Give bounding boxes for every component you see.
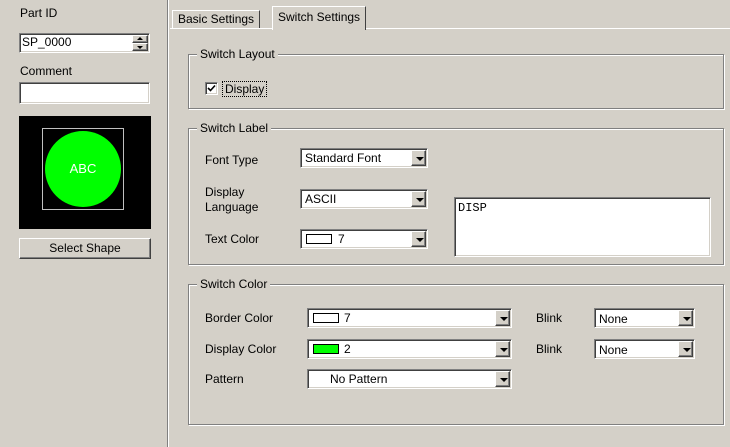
select-shape-button[interactable]: Select Shape [19, 238, 151, 259]
display-checkbox[interactable] [205, 82, 218, 95]
part-id-label: Part ID [20, 6, 58, 20]
checkbox-check-icon [207, 84, 216, 92]
dropdown-arrow-icon[interactable] [495, 310, 510, 326]
shape-preview: ABC [19, 116, 151, 229]
border-color-label: Border Color [205, 311, 274, 325]
dropdown-arrow-icon[interactable] [495, 371, 510, 387]
comment-input[interactable] [19, 82, 150, 104]
font-type-select[interactable]: Standard Font [300, 148, 428, 168]
display-language-label-1: Display [205, 185, 245, 199]
text-color-label: Text Color [205, 232, 260, 246]
display-color-label: Display Color [205, 342, 277, 356]
display-language-select[interactable]: ASCII [300, 189, 428, 209]
dropdown-arrow-icon[interactable] [411, 150, 426, 166]
switch-label-title: Switch Label [197, 121, 272, 135]
part-id-field[interactable]: SP_0000 [19, 33, 150, 53]
display-language-label-2: Language [205, 200, 259, 214]
text-color-swatch [306, 234, 332, 244]
dropdown-arrow-icon[interactable] [411, 231, 426, 247]
border-color-swatch [313, 313, 339, 323]
blink-select-2[interactable]: None [594, 339, 695, 359]
dropdown-arrow-icon[interactable] [495, 341, 510, 357]
select-shape-label: Select Shape [49, 241, 121, 255]
blink-label-1: Blink [536, 311, 563, 325]
switch-layout-title: Switch Layout [197, 47, 278, 61]
dropdown-arrow-icon[interactable] [678, 341, 693, 357]
border-color-select[interactable]: 7 [307, 308, 512, 328]
label-text: DISP [458, 201, 487, 215]
dropdown-arrow-icon[interactable] [678, 310, 693, 326]
switch-color-title: Switch Color [197, 277, 271, 291]
display-color-swatch [313, 344, 339, 354]
tab-basic-settings[interactable]: Basic Settings [172, 10, 261, 29]
comment-label: Comment [20, 64, 73, 78]
text-color-select[interactable]: 7 [300, 229, 428, 249]
spin-up-icon[interactable] [132, 35, 148, 43]
tab-switch-settings[interactable]: Switch Settings [272, 6, 367, 30]
spin-down-icon[interactable] [132, 43, 148, 51]
pattern-select[interactable]: No Pattern [307, 369, 512, 389]
font-type-label: Font Type [205, 153, 259, 167]
label-text-area[interactable]: DISP [454, 197, 711, 257]
blink-select-1[interactable]: None [594, 308, 695, 328]
display-label[interactable]: Display [222, 81, 268, 97]
switch-layout-group: Switch Layout [188, 47, 724, 109]
part-id-value: SP_0000 [22, 35, 72, 49]
display-color-select[interactable]: 2 [307, 339, 512, 359]
pattern-label: Pattern [205, 372, 244, 386]
dropdown-arrow-icon[interactable] [411, 191, 426, 207]
preview-text: ABC [69, 161, 97, 176]
blink-label-2: Blink [536, 342, 563, 356]
